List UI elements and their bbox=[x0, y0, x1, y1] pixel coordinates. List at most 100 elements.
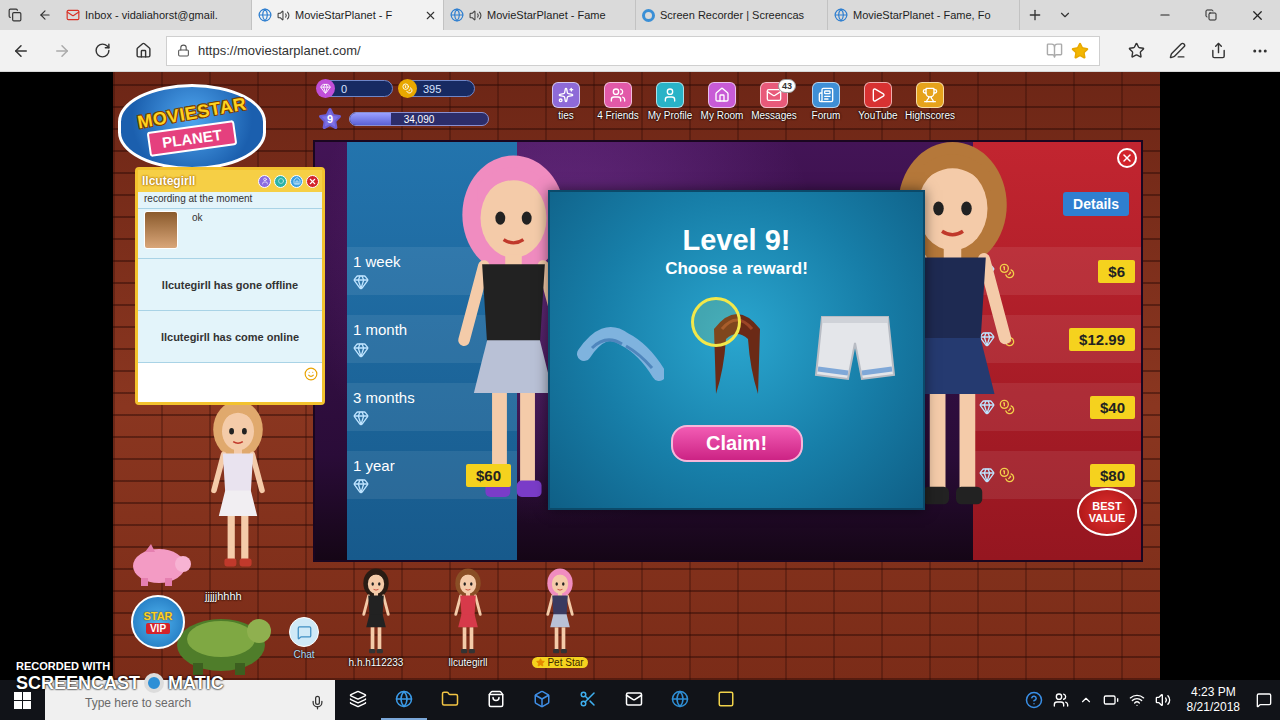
price-tag[interactable]: $80 bbox=[1090, 464, 1135, 487]
battery-icon[interactable] bbox=[1103, 692, 1119, 708]
chat-input[interactable] bbox=[138, 362, 322, 402]
show-hidden-icon[interactable] bbox=[1079, 693, 1093, 707]
wifi-icon[interactable] bbox=[1129, 692, 1145, 708]
nav-item-icon bbox=[604, 82, 632, 108]
close-panel-icon[interactable] bbox=[1117, 148, 1137, 168]
vip-price-row[interactable]: $6 bbox=[973, 247, 1141, 295]
favorite-star-icon[interactable] bbox=[1071, 42, 1089, 60]
nav-item[interactable]: 4 Friends bbox=[592, 82, 644, 121]
nav-item[interactable]: Messages43 bbox=[748, 82, 800, 121]
taskbar-app-icon[interactable] bbox=[473, 680, 519, 720]
browser-tab[interactable]: MovieStarPlanet - F bbox=[252, 0, 444, 30]
emoji-icon[interactable] bbox=[304, 367, 318, 381]
volume-icon[interactable] bbox=[1155, 692, 1171, 708]
vip-price-row[interactable]: $40 bbox=[973, 383, 1141, 431]
reward-option[interactable] bbox=[571, 297, 667, 401]
reward-option[interactable] bbox=[807, 297, 903, 401]
close-chat-icon[interactable] bbox=[306, 175, 319, 188]
claim-button[interactable]: Claim! bbox=[671, 425, 803, 462]
reading-view-icon[interactable] bbox=[1046, 42, 1063, 59]
piggy-bank[interactable] bbox=[125, 542, 195, 590]
tab-label: Screen Recorder | Screencas bbox=[660, 9, 821, 21]
hub-icon[interactable] bbox=[1116, 30, 1157, 72]
taskbar-app-icon[interactable] bbox=[335, 680, 381, 720]
avatar-name: Pet Star bbox=[532, 657, 587, 668]
player-avatar bbox=[198, 394, 278, 574]
taskbar-app-icon[interactable] bbox=[611, 680, 657, 720]
notifications-icon[interactable] bbox=[1256, 692, 1272, 708]
chat-message: ok bbox=[138, 208, 322, 258]
close-tab-icon[interactable] bbox=[424, 9, 437, 22]
people-icon[interactable] bbox=[1053, 692, 1069, 708]
price-tag[interactable]: $60 bbox=[466, 464, 511, 487]
refresh-icon[interactable] bbox=[82, 30, 123, 72]
nav-item-icon bbox=[916, 82, 944, 108]
message-count-badge: 43 bbox=[778, 79, 796, 93]
coin-icon bbox=[999, 467, 1015, 483]
nav-item[interactable]: My Profile bbox=[644, 82, 696, 121]
price-tag[interactable]: $12.99 bbox=[1069, 328, 1135, 351]
url-text: https://moviestarplanet.com/ bbox=[198, 43, 1038, 58]
nav-item[interactable]: ties bbox=[540, 82, 592, 121]
taskbar-app-icon[interactable] bbox=[381, 680, 427, 720]
chat-status: llcutegirll has come online bbox=[138, 310, 322, 362]
room-avatar[interactable]: h.h.h112233 bbox=[335, 566, 417, 668]
back-icon[interactable] bbox=[0, 30, 41, 72]
chat-title: llcutegirll bbox=[142, 174, 255, 188]
dialog-subtitle: Choose a reward! bbox=[665, 259, 808, 279]
price-tag[interactable]: $40 bbox=[1090, 396, 1135, 419]
gift-icon[interactable] bbox=[274, 175, 287, 188]
screencast-logo-icon bbox=[144, 673, 164, 693]
help-icon[interactable] bbox=[1025, 691, 1043, 709]
browser-tab[interactable]: MovieStarPlanet - Fame bbox=[444, 0, 636, 30]
coins-counter[interactable]: 395 bbox=[400, 80, 475, 97]
audio-icon[interactable] bbox=[469, 9, 482, 22]
tab-menu-icon[interactable] bbox=[1050, 0, 1080, 30]
taskbar-app-icon[interactable] bbox=[657, 680, 703, 720]
clock[interactable]: 4:23 PM8/21/2018 bbox=[1181, 685, 1246, 715]
best-value-badge: BEST VALUE bbox=[1077, 488, 1137, 536]
url-field[interactable]: https://moviestarplanet.com/ bbox=[166, 36, 1100, 66]
share-icon[interactable] bbox=[1198, 30, 1239, 72]
price-tag[interactable]: $6 bbox=[1098, 260, 1135, 283]
nav-item[interactable]: Highscores bbox=[904, 82, 956, 121]
room-avatar[interactable]: llcutegirll bbox=[427, 566, 509, 668]
browser-tab[interactable]: MovieStarPlanet - Fame, Fo bbox=[828, 0, 1020, 30]
home-icon[interactable] bbox=[123, 30, 164, 72]
reward-option[interactable] bbox=[689, 297, 785, 401]
microphone-icon[interactable] bbox=[310, 695, 325, 710]
minimize-icon[interactable] bbox=[1142, 0, 1188, 30]
back-tabs-icon[interactable] bbox=[30, 0, 60, 30]
taskbar-app-icon[interactable] bbox=[565, 680, 611, 720]
friend-icon[interactable] bbox=[258, 175, 271, 188]
browser-tab[interactable]: Screen Recorder | Screencas bbox=[636, 0, 828, 30]
vip-pet[interactable]: STARVIP bbox=[131, 587, 271, 677]
chat-button[interactable]: Chat bbox=[289, 617, 319, 660]
nav-item[interactable]: YouTube bbox=[852, 82, 904, 121]
edge-icon bbox=[258, 8, 272, 22]
taskbar-app-icon[interactable] bbox=[703, 680, 749, 720]
restore-icon[interactable] bbox=[1188, 0, 1234, 30]
forward-icon[interactable] bbox=[41, 30, 82, 72]
more-icon[interactable] bbox=[1239, 30, 1280, 72]
room-icon[interactable] bbox=[290, 175, 303, 188]
close-window-icon[interactable] bbox=[1234, 0, 1280, 30]
avatar-name: h.h.h112233 bbox=[345, 657, 408, 668]
audio-icon[interactable] bbox=[277, 9, 290, 22]
notes-icon[interactable] bbox=[1157, 30, 1198, 72]
game-stage[interactable]: MOVIESTARPLANET0395934,090ties4 FriendsM… bbox=[113, 72, 1160, 680]
browser-tab[interactable]: Inbox - vidaliahorst@gmail. bbox=[60, 0, 252, 30]
new-tab-icon[interactable] bbox=[1020, 0, 1050, 30]
denim-shorts-icon bbox=[812, 309, 898, 389]
room-avatar[interactable]: Pet Star bbox=[519, 566, 601, 668]
details-button[interactable]: Details bbox=[1063, 192, 1129, 216]
nav-item[interactable]: Forum bbox=[800, 82, 852, 121]
taskbar-app-icon[interactable] bbox=[519, 680, 565, 720]
diamonds-counter[interactable]: 0 bbox=[318, 80, 393, 97]
level-badge: 9 bbox=[318, 107, 342, 131]
recorder-icon bbox=[642, 9, 655, 22]
tab-overview-icon[interactable] bbox=[0, 0, 30, 30]
taskbar-app-icon[interactable] bbox=[427, 680, 473, 720]
nav-item[interactable]: My Room bbox=[696, 82, 748, 121]
game-logo[interactable]: MOVIESTARPLANET bbox=[118, 84, 266, 170]
